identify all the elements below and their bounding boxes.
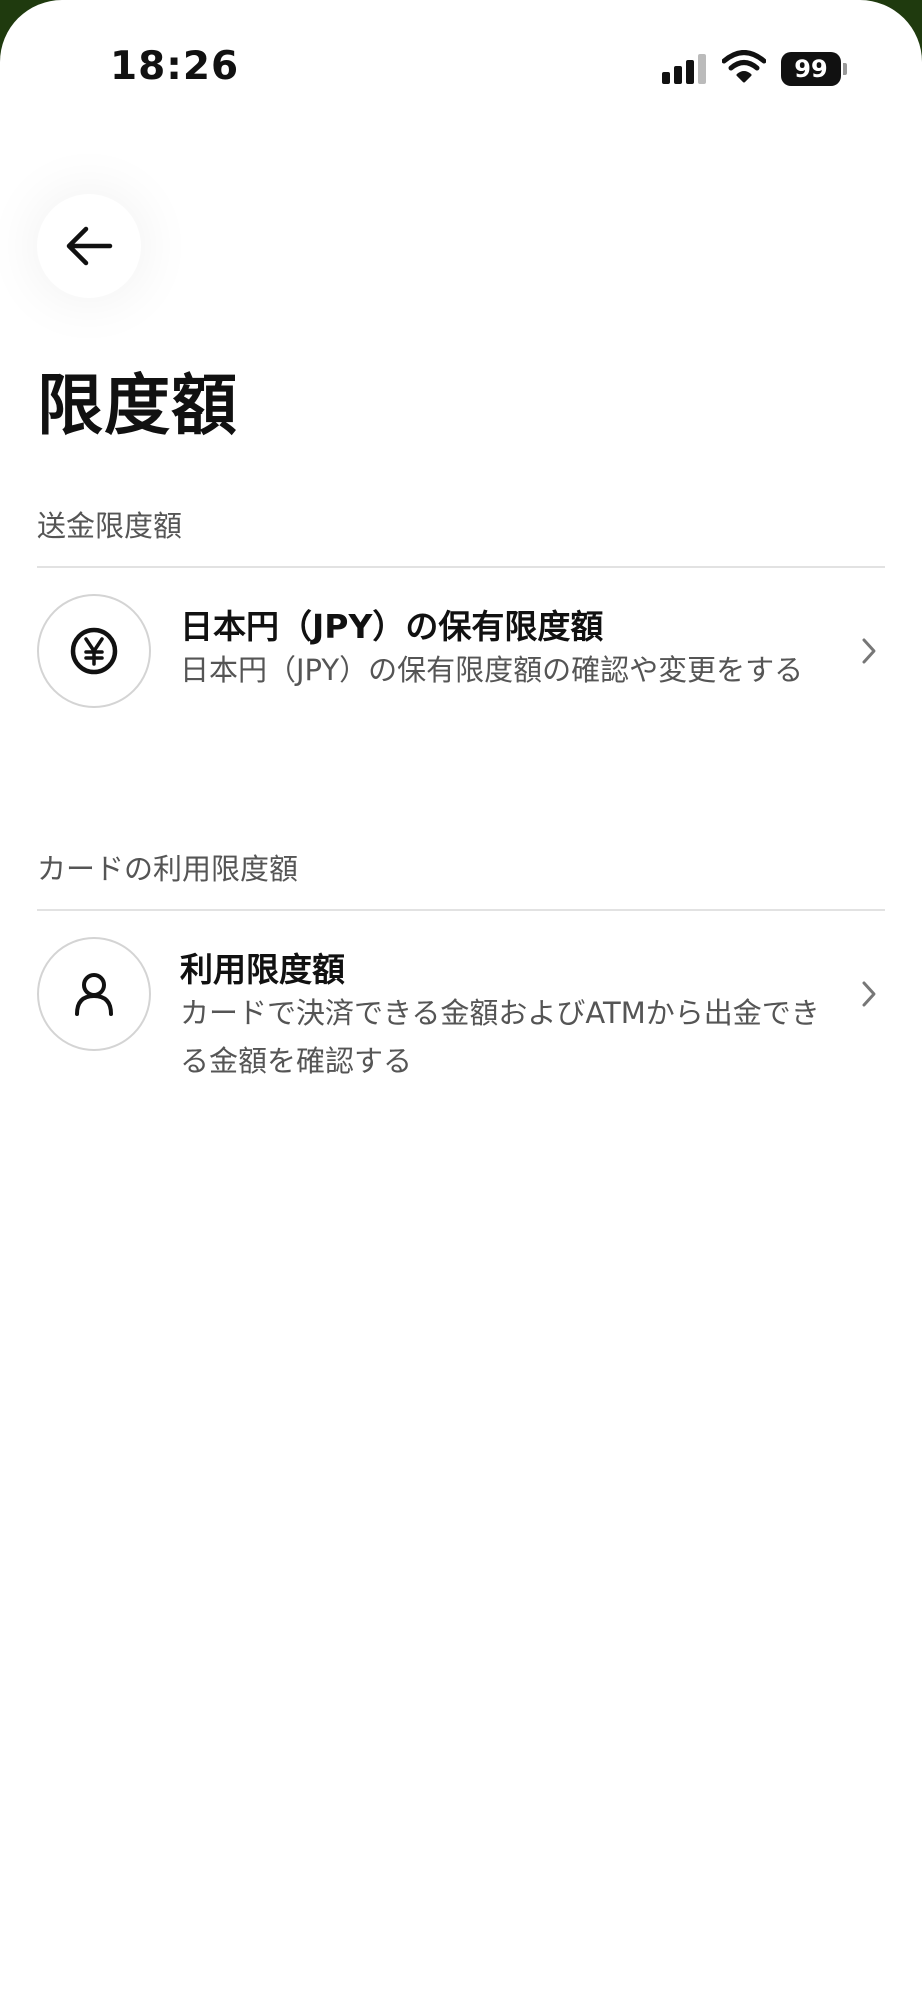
app-screen: 18:26 99 限度額 送金限度額 日本円（JPY）の保有限度額 日本円（JP…: [0, 0, 922, 2000]
status-time: 18:26: [110, 44, 240, 89]
section-label-card-limit: カードの利用限度額: [37, 852, 299, 886]
battery-icon: 99: [781, 52, 841, 86]
section-divider: [37, 909, 885, 911]
yen-circle-icon: [37, 594, 151, 708]
section-label-transfer-limit: 送金限度額: [37, 509, 183, 543]
list-item-jpy-holding-limit[interactable]: 日本円（JPY）の保有限度額 日本円（JPY）の保有限度額の確認や変更をする: [0, 592, 922, 752]
wifi-icon: [722, 50, 766, 83]
item-description: 日本円（JPY）の保有限度額の確認や変更をする: [180, 653, 804, 687]
person-icon: [37, 937, 151, 1051]
status-bar: 18:26 99: [0, 0, 922, 120]
arrow-left-icon: [66, 226, 113, 266]
section-divider: [37, 566, 885, 568]
page-title: 限度額: [37, 367, 238, 444]
signal-icon: [662, 52, 708, 84]
item-title: 利用限度額: [180, 950, 345, 989]
back-button[interactable]: [37, 194, 141, 298]
list-item-usage-limit[interactable]: 利用限度額 カードで決済できる金額およびATMから出金できる金額を確認する: [0, 935, 922, 1095]
item-description: カードで決済できる金額およびATMから出金できる金額を確認する: [180, 996, 820, 1078]
chevron-right-icon: [862, 981, 876, 1007]
battery-tip: [843, 63, 847, 75]
chevron-right-icon: [862, 638, 876, 664]
item-title: 日本円（JPY）の保有限度額: [180, 607, 604, 646]
